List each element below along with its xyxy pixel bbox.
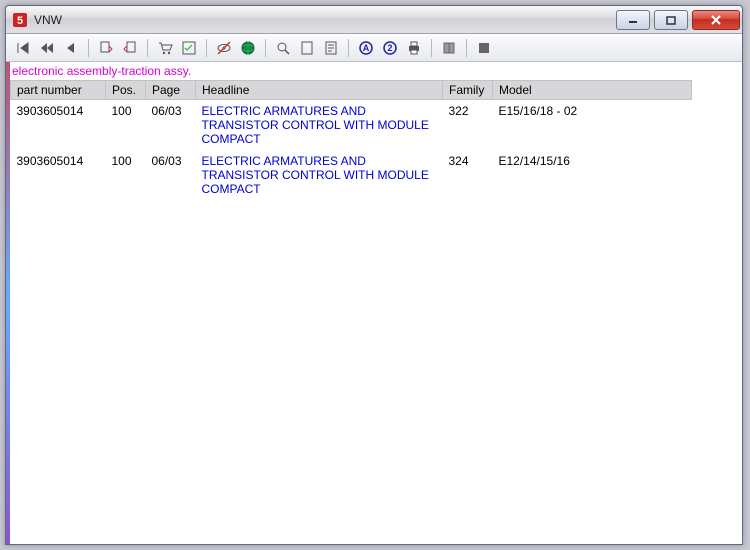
svg-text:5: 5 bbox=[17, 15, 23, 27]
content-area: electronic assembly-traction assy. part … bbox=[6, 62, 742, 544]
a-circle-button[interactable]: A bbox=[355, 37, 377, 59]
nav-prev-button[interactable] bbox=[60, 37, 82, 59]
nav-rewind-button[interactable] bbox=[36, 37, 58, 59]
window-controls bbox=[612, 10, 740, 30]
cell-headline[interactable]: ELECTRIC ARMATURES AND TRANSISTOR CONTRO… bbox=[196, 150, 443, 200]
nav-rewind-icon bbox=[39, 40, 55, 56]
separator bbox=[206, 39, 207, 57]
svg-text:A: A bbox=[363, 43, 370, 53]
checklist-icon bbox=[181, 40, 197, 56]
cell-part-number: 3903605014 bbox=[11, 100, 106, 151]
doc-copy-icon bbox=[98, 40, 114, 56]
cell-pos: 100 bbox=[106, 150, 146, 200]
titlebar: 5 VNW bbox=[6, 6, 742, 34]
table-header-row: part number Pos. Page Headline Family Mo… bbox=[11, 81, 692, 100]
globe-icon bbox=[240, 40, 256, 56]
maximize-icon bbox=[666, 15, 676, 25]
book-icon bbox=[441, 40, 457, 56]
close-button[interactable] bbox=[692, 10, 740, 30]
separator bbox=[431, 39, 432, 57]
cell-family: 324 bbox=[443, 150, 493, 200]
col-page[interactable]: Page bbox=[146, 81, 196, 100]
cart-button[interactable] bbox=[154, 37, 176, 59]
cell-model: E15/16/18 - 02 bbox=[493, 100, 692, 151]
app-window: 5 VNW A 2 bbox=[5, 5, 743, 545]
separator bbox=[88, 39, 89, 57]
col-pos[interactable]: Pos. bbox=[106, 81, 146, 100]
cell-model: E12/14/15/16 bbox=[493, 150, 692, 200]
nav-prev-icon bbox=[63, 40, 79, 56]
nav-first-button[interactable] bbox=[12, 37, 34, 59]
cell-page: 06/03 bbox=[146, 150, 196, 200]
app-icon: 5 bbox=[12, 12, 28, 28]
svg-text:2: 2 bbox=[387, 43, 392, 53]
two-circle-button[interactable]: 2 bbox=[379, 37, 401, 59]
results-table: part number Pos. Page Headline Family Mo… bbox=[10, 80, 692, 200]
zoom-button[interactable] bbox=[272, 37, 294, 59]
zoom-icon bbox=[275, 40, 291, 56]
page-text-icon bbox=[323, 40, 339, 56]
stop-button[interactable] bbox=[473, 37, 495, 59]
checklist-button[interactable] bbox=[178, 37, 200, 59]
stop-icon bbox=[476, 40, 492, 56]
doc-move-button[interactable] bbox=[119, 37, 141, 59]
cart-icon bbox=[157, 40, 173, 56]
a-circle-icon: A bbox=[358, 40, 374, 56]
separator bbox=[466, 39, 467, 57]
eye-off-button[interactable] bbox=[213, 37, 235, 59]
print-icon bbox=[406, 40, 422, 56]
maximize-button[interactable] bbox=[654, 10, 688, 30]
book-button[interactable] bbox=[438, 37, 460, 59]
separator bbox=[348, 39, 349, 57]
table-row[interactable]: 3903605014 100 06/03 ELECTRIC ARMATURES … bbox=[11, 150, 692, 200]
doc-move-icon bbox=[122, 40, 138, 56]
minimize-icon bbox=[628, 15, 638, 25]
nav-first-icon bbox=[15, 40, 31, 56]
two-circle-icon: 2 bbox=[382, 40, 398, 56]
cell-part-number: 3903605014 bbox=[11, 150, 106, 200]
col-model[interactable]: Model bbox=[493, 81, 692, 100]
cell-family: 322 bbox=[443, 100, 493, 151]
doc-copy-button[interactable] bbox=[95, 37, 117, 59]
cell-page: 06/03 bbox=[146, 100, 196, 151]
col-headline[interactable]: Headline bbox=[196, 81, 443, 100]
cell-pos: 100 bbox=[106, 100, 146, 151]
page-heading: electronic assembly-traction assy. bbox=[10, 62, 742, 80]
separator bbox=[265, 39, 266, 57]
close-icon bbox=[710, 14, 722, 26]
print-button[interactable] bbox=[403, 37, 425, 59]
toolbar: A 2 bbox=[6, 34, 742, 62]
cell-headline[interactable]: ELECTRIC ARMATURES AND TRANSISTOR CONTRO… bbox=[196, 100, 443, 151]
minimize-button[interactable] bbox=[616, 10, 650, 30]
table-row[interactable]: 3903605014 100 06/03 ELECTRIC ARMATURES … bbox=[11, 100, 692, 151]
separator bbox=[147, 39, 148, 57]
page-icon bbox=[299, 40, 315, 56]
window-title: VNW bbox=[34, 13, 612, 27]
col-part-number[interactable]: part number bbox=[11, 81, 106, 100]
eye-off-icon bbox=[216, 40, 232, 56]
globe-button[interactable] bbox=[237, 37, 259, 59]
page-button[interactable] bbox=[296, 37, 318, 59]
col-family[interactable]: Family bbox=[443, 81, 493, 100]
page-text-button[interactable] bbox=[320, 37, 342, 59]
